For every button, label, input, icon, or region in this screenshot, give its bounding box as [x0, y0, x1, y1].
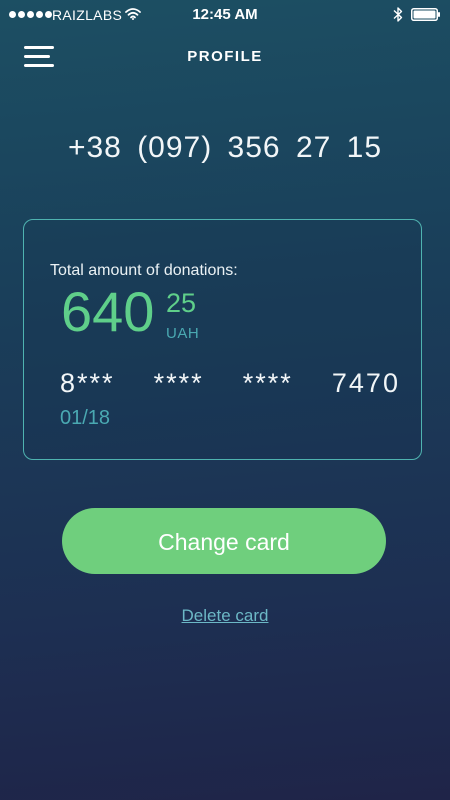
card-panel: Total amount of donations: 640 25 UAH 8*… — [23, 219, 422, 460]
card-number-group: **** — [242, 368, 293, 398]
donation-amount-main: 640 — [61, 280, 155, 343]
card-number-group: 7470 — [331, 368, 400, 398]
change-card-button[interactable]: Change card — [62, 508, 386, 574]
card-number-group: **** — [153, 368, 204, 398]
phone-number: +38 (097) 356 27 15 — [67, 131, 383, 164]
card-number: 8*** **** **** 7470 — [60, 368, 400, 399]
bluetooth-icon — [393, 7, 403, 22]
status-time: 12:45 AM — [192, 6, 258, 23]
status-bar: RAIZLABS 12:45 AM — [0, 0, 450, 30]
donations-label: Total amount of donations: — [50, 262, 238, 279]
card-number-group: 8*** — [60, 368, 115, 398]
card-expiry: 01/18 — [60, 407, 111, 429]
battery-icon — [411, 8, 440, 21]
page-title: PROFILE — [187, 48, 263, 65]
delete-card-link[interactable]: Delete card — [0, 606, 450, 626]
donation-amount-cents: 25 — [166, 288, 197, 318]
donation-currency: UAH — [166, 325, 200, 342]
